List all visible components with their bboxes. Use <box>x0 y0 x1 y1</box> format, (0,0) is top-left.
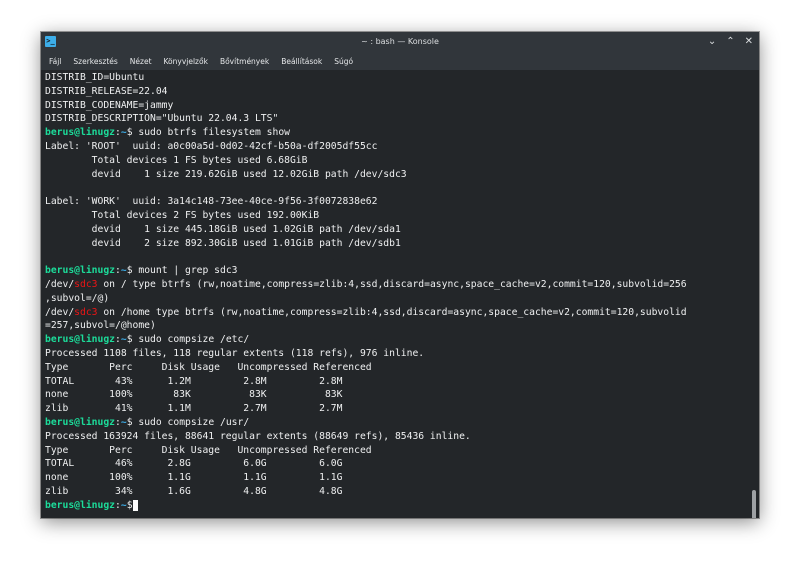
text-cursor <box>132 499 139 511</box>
command-text: sudo btrfs filesystem show <box>132 127 291 139</box>
output-text: Type Perc Disk Usage Uncompressed Refere… <box>45 444 372 456</box>
command-text: sudo compsize /etc/ <box>132 334 250 346</box>
menu-plugins[interactable]: Bővítmények <box>220 57 269 66</box>
terminal-line: Total devices 1 FS bytes used 6.68GiB <box>45 154 308 166</box>
terminal-line: Type Perc Disk Usage Uncompressed Refere… <box>45 445 372 456</box>
menu-help[interactable]: Súgó <box>334 57 353 66</box>
prompt-user: berus@linugz <box>45 334 115 346</box>
output-text: TOTAL 43% 1.2M 2.8M 2.8M <box>45 375 343 387</box>
output-text: Type Perc Disk Usage Uncompressed Refere… <box>45 361 372 373</box>
output-text: Label: 'WORK' uuid: 3a14c148-73ee-40ce-9… <box>45 196 378 208</box>
terminal-line: DISTRIB_RELEASE=22.04 <box>45 86 167 97</box>
terminal-line: zlib 34% 1.6G 4.8G 4.8G <box>45 486 342 497</box>
terminal-area[interactable]: DISTRIB_ID=Ubuntu DISTRIB_RELEASE=22.04 … <box>41 70 759 518</box>
terminal-line: Processed 1108 files, 118 regular extent… <box>45 348 424 359</box>
output-text: on /home type btrfs (rw,noatime,compress… <box>97 306 687 318</box>
terminal-line: berus@linugz:~$ sudo compsize /etc/ <box>45 334 249 345</box>
prompt-user: berus@linugz <box>45 416 115 428</box>
terminal-line: devid 2 size 892.30GiB used 1.01GiB path… <box>45 238 401 249</box>
terminal-line: Type Perc Disk Usage Uncompressed Refere… <box>45 362 372 373</box>
output-text: Total devices 1 FS bytes used 6.68GiB <box>45 154 308 166</box>
menu-bar: Fájl Szerkesztés Nézet Könyvjelzők Bővít… <box>41 52 759 71</box>
output-text: Processed 1108 files, 118 regular extent… <box>45 347 425 359</box>
terminal-line: =257,subvol=/@home) <box>45 320 156 331</box>
terminal-line: DISTRIB_CODENAME=jammy <box>45 100 173 111</box>
output-text: devid 1 size 445.18GiB used 1.02GiB path… <box>45 223 401 235</box>
prompt-user: berus@linugz <box>45 127 115 139</box>
output-text: =257,subvol=/@home) <box>45 320 156 332</box>
terminal-line: Label: 'WORK' uuid: 3a14c148-73ee-40ce-9… <box>45 196 377 207</box>
terminal-line: /dev/sdc3 on / type btrfs (rw,noatime,co… <box>45 279 687 290</box>
command-text: mount | grep sdc3 <box>132 265 238 277</box>
terminal-line: none 100% 83K 83K 83K <box>45 389 342 400</box>
terminal-line: Total devices 2 FS bytes used 192.00KiB <box>45 210 319 221</box>
maximize-button[interactable]: ⌃ <box>726 35 734 49</box>
output-text: DISTRIB_ID=Ubuntu <box>45 72 145 83</box>
command-text: sudo compsize /usr/ <box>132 416 250 428</box>
output-text: /dev/ <box>45 278 75 290</box>
terminal-line: TOTAL 43% 1.2M 2.8M 2.8M <box>45 376 342 387</box>
terminal-line: berus@linugz:~$ <box>45 499 139 511</box>
output-text: none 100% 83K 83K 83K <box>45 389 343 401</box>
menu-view[interactable]: Nézet <box>130 57 152 66</box>
window-title: ~ : bash — Konsole <box>361 37 439 46</box>
grep-match: sdc3 <box>74 278 98 290</box>
output-text: DISTRIB_DESCRIPTION="Ubuntu 22.04.3 LTS" <box>45 113 279 125</box>
terminal-line: DISTRIB_DESCRIPTION="Ubuntu 22.04.3 LTS" <box>45 113 278 124</box>
output-text: Processed 163924 files, 88641 regular ex… <box>45 430 471 442</box>
menu-bookmarks[interactable]: Könyvjelzők <box>164 57 208 66</box>
prompt-user: berus@linugz <box>45 499 115 511</box>
terminal-line: berus@linugz:~$ sudo compsize /usr/ <box>45 417 249 428</box>
window-controls: ⌄ ⌃ ✕ <box>708 35 753 49</box>
terminal-line: berus@linugz:~$ sudo btrfs filesystem sh… <box>45 127 290 138</box>
output-text: /dev/ <box>45 306 75 318</box>
output-text: DISTRIB_RELEASE=22.04 <box>45 85 168 97</box>
output-text: Total devices 2 FS bytes used 192.00KiB <box>45 209 320 221</box>
minimize-button[interactable]: ⌄ <box>708 35 716 49</box>
output-text: zlib 41% 1.1M 2.7M 2.7M <box>45 403 343 415</box>
output-text: devid 2 size 892.30GiB used 1.01GiB path… <box>45 237 401 249</box>
prompt-symbol: $ <box>126 499 133 511</box>
terminal-output: DISTRIB_ID=Ubuntu DISTRIB_RELEASE=22.04 … <box>41 70 759 513</box>
terminal-line: DISTRIB_ID=Ubuntu <box>45 72 144 83</box>
terminal-line: /dev/sdc3 on /home type btrfs (rw,noatim… <box>45 307 687 318</box>
output-text: on / type btrfs (rw,noatime,compress=zli… <box>97 278 687 290</box>
close-button[interactable]: ✕ <box>745 35 753 49</box>
title-bar[interactable]: >_ ~ : bash — Konsole ⌄ ⌃ ✕ <box>41 32 759 52</box>
terminal-line: Processed 163924 files, 88641 regular ex… <box>45 431 471 442</box>
output-text: zlib 34% 1.6G 4.8G 4.8G <box>45 485 343 497</box>
grep-match: sdc3 <box>74 306 98 318</box>
terminal-line: zlib 41% 1.1M 2.7M 2.7M <box>45 403 342 414</box>
output-text: devid 1 size 219.62GiB used 12.02GiB pat… <box>45 168 407 180</box>
terminal-line: TOTAL 46% 2.8G 6.0G 6.0G <box>45 458 342 469</box>
terminal-line: ,subvol=/@) <box>45 293 109 304</box>
terminal-line: none 100% 1.1G 1.1G 1.1G <box>45 472 342 483</box>
menu-edit[interactable]: Szerkesztés <box>73 57 117 66</box>
konsole-window: >_ ~ : bash — Konsole ⌄ ⌃ ✕ Fájl Szerkes… <box>41 32 759 518</box>
output-text: none 100% 1.1G 1.1G 1.1G <box>45 472 343 484</box>
output-text: Label: 'ROOT' uuid: a0c00a5d-0d02-42cf-b… <box>45 140 378 152</box>
scrollbar[interactable] <box>752 490 756 518</box>
terminal-line: devid 1 size 445.18GiB used 1.02GiB path… <box>45 224 401 235</box>
output-text: DISTRIB_CODENAME=jammy <box>45 99 174 111</box>
output-text: TOTAL 46% 2.8G 6.0G 6.0G <box>45 458 343 470</box>
output-text: ,subvol=/@) <box>45 292 110 304</box>
terminal-line: berus@linugz:~$ mount | grep sdc3 <box>45 265 238 276</box>
menu-file[interactable]: Fájl <box>49 57 61 66</box>
menu-settings[interactable]: Beállítások <box>281 57 322 66</box>
prompt-user: berus@linugz <box>45 265 115 277</box>
terminal-line: devid 1 size 219.62GiB used 12.02GiB pat… <box>45 169 407 180</box>
terminal-line: Label: 'ROOT' uuid: a0c00a5d-0d02-42cf-b… <box>45 141 377 152</box>
